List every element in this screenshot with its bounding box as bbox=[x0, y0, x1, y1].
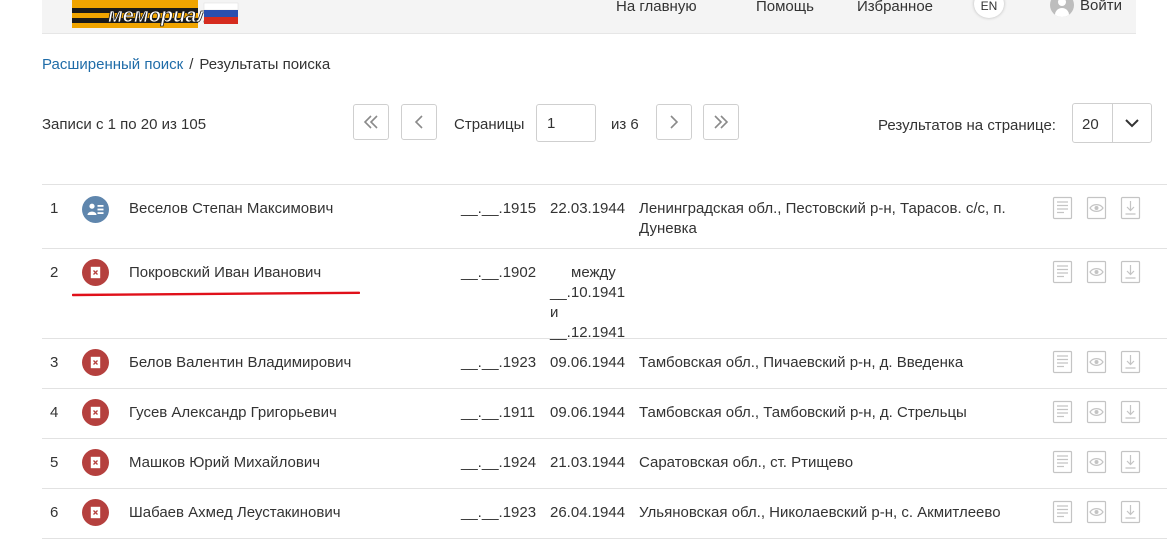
eye-icon[interactable] bbox=[1086, 350, 1107, 374]
total-pages-label: из 6 bbox=[611, 116, 639, 133]
double-chevron-left-icon bbox=[363, 115, 378, 129]
nav-help-link[interactable]: Помощь bbox=[756, 0, 814, 14]
nav-home-link[interactable]: На главную bbox=[616, 0, 697, 14]
previous-page-button[interactable] bbox=[401, 104, 437, 140]
killed-icon[interactable] bbox=[82, 399, 109, 426]
row-actions bbox=[1052, 350, 1141, 374]
table-row[interactable]: 4 Гусев Александр Григорьевич __.__.1911… bbox=[42, 389, 1167, 439]
person-name-link[interactable]: Покровский Иван Иванович bbox=[129, 263, 321, 283]
document-icon[interactable] bbox=[1052, 196, 1073, 220]
top-header: мемориал На главную Помощь Избранное EN … bbox=[42, 0, 1136, 34]
breadcrumb-current: Результаты поиска bbox=[199, 56, 331, 73]
death-date-line: между bbox=[571, 264, 616, 281]
svg-text:мемориал: мемориал bbox=[108, 5, 210, 27]
download-icon[interactable] bbox=[1120, 450, 1141, 474]
row-number: 3 bbox=[50, 354, 59, 371]
nav-favorites-link[interactable]: Избранное bbox=[857, 0, 933, 14]
death-date: 09.06.1944 bbox=[550, 404, 626, 421]
table-row[interactable]: 5 Машков Юрий Михайлович __.__.1924 21.0… bbox=[42, 439, 1167, 489]
birth-date: __.__.1915 bbox=[461, 200, 537, 217]
document-icon[interactable] bbox=[1052, 500, 1073, 524]
eye-icon[interactable] bbox=[1086, 260, 1107, 284]
row-actions bbox=[1052, 260, 1141, 284]
table-row[interactable]: 3 Белов Валентин Владимирович __.__.1923… bbox=[42, 339, 1167, 389]
red-underline-annotation bbox=[72, 291, 360, 297]
site-logo[interactable]: мемориал bbox=[72, 0, 240, 28]
death-date: 26.04.1944 bbox=[550, 504, 626, 521]
death-date: 21.03.1944 bbox=[550, 454, 626, 471]
records-count: Записи с 1 по 20 из 105 bbox=[42, 116, 207, 133]
place: Ульяновская обл., Николаевский р-н, с. А… bbox=[639, 504, 1001, 521]
login-label: Войти bbox=[1080, 0, 1122, 14]
results-per-page-label: Результатов на странице: bbox=[878, 117, 1056, 134]
eye-icon[interactable] bbox=[1086, 450, 1107, 474]
row-number: 2 bbox=[50, 264, 59, 281]
row-number: 1 bbox=[50, 200, 59, 217]
place: Ленинградская обл., Пестовский р-н, Тара… bbox=[639, 200, 1006, 237]
download-icon[interactable] bbox=[1120, 260, 1141, 284]
killed-icon[interactable] bbox=[82, 259, 109, 286]
person-name-link[interactable]: Белов Валентин Владимирович bbox=[129, 353, 351, 373]
killed-icon[interactable] bbox=[82, 349, 109, 376]
last-page-button[interactable] bbox=[703, 104, 739, 140]
place: Тамбовская обл., Тамбовский р-н, д. Стре… bbox=[639, 404, 967, 421]
person-name-link[interactable]: Машков Юрий Михайлович bbox=[129, 453, 320, 473]
eye-icon[interactable] bbox=[1086, 500, 1107, 524]
row-actions bbox=[1052, 500, 1141, 524]
eye-icon[interactable] bbox=[1086, 196, 1107, 220]
birth-date: __.__.1924 bbox=[461, 454, 537, 471]
breadcrumb-separator: / bbox=[189, 56, 194, 73]
document-icon[interactable] bbox=[1052, 400, 1073, 424]
birth-date: __.__.1923 bbox=[461, 504, 537, 521]
row-actions bbox=[1052, 450, 1141, 474]
document-icon[interactable] bbox=[1052, 260, 1073, 284]
death-date: между __.10.1941 и __.12.1941 bbox=[550, 263, 630, 343]
chevron-left-icon bbox=[414, 115, 423, 129]
user-avatar-icon bbox=[1050, 0, 1074, 17]
row-actions bbox=[1052, 196, 1141, 220]
language-switch-button[interactable]: EN bbox=[974, 0, 1004, 18]
place: Тамбовская обл., Пичаевский р-н, д. Введ… bbox=[639, 354, 964, 371]
eye-icon[interactable] bbox=[1086, 400, 1107, 424]
death-date: 09.06.1944 bbox=[550, 354, 626, 371]
birth-date: __.__.1911 bbox=[461, 404, 535, 421]
row-number: 4 bbox=[50, 404, 59, 421]
chevron-down-icon[interactable] bbox=[1112, 104, 1151, 142]
birth-date: __.__.1902 bbox=[461, 264, 537, 281]
download-icon[interactable] bbox=[1120, 350, 1141, 374]
person-name-link[interactable]: Гусев Александр Григорьевич bbox=[129, 403, 337, 423]
row-number: 6 bbox=[50, 504, 59, 521]
pages-label: Страницы bbox=[454, 116, 525, 133]
row-number: 5 bbox=[50, 454, 59, 471]
birth-date: __.__.1923 bbox=[461, 354, 537, 371]
place: Саратовская обл., ст. Ртищево bbox=[639, 454, 854, 471]
results-table: 1 Веселов Степан Максимович __.__.1915 2… bbox=[42, 184, 1167, 539]
double-chevron-right-icon bbox=[714, 115, 729, 129]
next-page-button[interactable] bbox=[656, 104, 692, 140]
person-name-link[interactable]: Шабаев Ахмед Леустакинович bbox=[129, 503, 341, 523]
document-icon[interactable] bbox=[1052, 350, 1073, 374]
download-icon[interactable] bbox=[1120, 500, 1141, 524]
killed-icon[interactable] bbox=[82, 449, 109, 476]
killed-icon[interactable] bbox=[82, 499, 109, 526]
results-per-page-select[interactable]: 20 bbox=[1072, 103, 1152, 143]
death-date-line: __.10.1941 и bbox=[550, 284, 626, 321]
download-icon[interactable] bbox=[1120, 196, 1141, 220]
info-icon[interactable] bbox=[82, 196, 109, 223]
page-number-input[interactable] bbox=[536, 104, 596, 142]
document-icon[interactable] bbox=[1052, 450, 1073, 474]
breadcrumb: Расширенный поиск / Результаты поиска bbox=[42, 56, 330, 73]
person-name-link[interactable]: Веселов Степан Максимович bbox=[129, 199, 333, 219]
results-per-page-value: 20 bbox=[1082, 116, 1099, 133]
chevron-right-icon bbox=[670, 115, 679, 129]
breadcrumb-advanced-search-link[interactable]: Расширенный поиск bbox=[42, 56, 183, 73]
first-page-button[interactable] bbox=[353, 104, 389, 140]
table-row[interactable]: 6 Шабаев Ахмед Леустакинович __.__.1923 … bbox=[42, 489, 1167, 539]
login-button[interactable]: Войти bbox=[1050, 0, 1122, 18]
row-actions bbox=[1052, 400, 1141, 424]
table-row[interactable]: 1 Веселов Степан Максимович __.__.1915 2… bbox=[42, 185, 1167, 249]
download-icon[interactable] bbox=[1120, 400, 1141, 424]
death-date: 22.03.1944 bbox=[550, 200, 626, 217]
